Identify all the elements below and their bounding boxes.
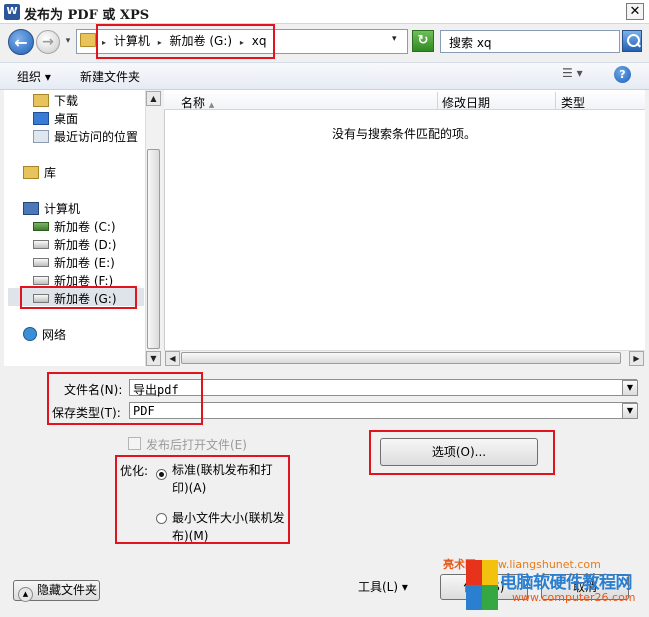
list-scroll-thumb[interactable] [181, 352, 621, 364]
empty-search-message: 没有与搜索条件匹配的项。 [332, 127, 477, 141]
desktop-icon [33, 112, 49, 125]
nav-item-downloads[interactable]: 下载 [33, 92, 78, 109]
watermark-url: www.computer26.com [512, 591, 636, 604]
hide-folders-label: 隐藏文件夹 [37, 583, 98, 597]
system-drive-icon [33, 222, 49, 231]
collapse-up-icon: ▲ [18, 587, 33, 602]
scroll-left-arrow-icon[interactable]: ◀ [165, 351, 180, 366]
chevron-down-icon[interactable]: ▼ [622, 403, 638, 419]
search-input[interactable]: 搜索 xq [440, 30, 620, 53]
refresh-button[interactable]: ↻ [412, 30, 434, 52]
new-folder-button[interactable]: 新建文件夹 [80, 68, 140, 85]
help-icon[interactable]: ? [614, 66, 631, 83]
nav-item-drive-e[interactable]: 新加卷 (E:) [33, 254, 115, 271]
nav-item-label: 计算机 [44, 202, 81, 216]
nav-item-label: 新加卷 (C:) [54, 220, 116, 234]
tools-menu-button[interactable]: 工具(L) ▾ [358, 578, 408, 595]
column-header-label: 名称 [181, 96, 206, 110]
organize-menu-button[interactable]: 组织 ▾ [17, 68, 51, 85]
view-options-icon[interactable]: ☰ ▾ [562, 66, 602, 84]
download-icon [33, 94, 49, 107]
search-icon[interactable] [622, 30, 642, 52]
nav-item-label: 新加卷 (D:) [54, 238, 117, 252]
nav-item-libraries[interactable]: 库 [23, 164, 56, 181]
recent-pages-dropdown-icon[interactable]: ▾ [62, 36, 74, 48]
open-after-publish-label: 发布后打开文件(E) [146, 438, 247, 452]
annotation-box-optimize [115, 455, 290, 544]
watermark-title: 电脑软硬件教程网 [500, 573, 633, 593]
nav-item-network[interactable]: 网络 [23, 326, 66, 343]
drive-icon [33, 276, 49, 285]
nav-item-label: 下载 [54, 94, 79, 108]
address-dropdown-icon[interactable]: ▾ [392, 34, 397, 44]
hide-folders-button[interactable]: ▲ 隐藏文件夹 [13, 580, 100, 602]
drive-icon [33, 240, 49, 249]
scroll-right-arrow-icon[interactable]: ▶ [629, 351, 644, 366]
watermark-logo-icon [466, 560, 498, 610]
close-button[interactable]: ✕ [626, 3, 644, 20]
nav-item-label: 库 [44, 166, 57, 180]
nav-item-desktop[interactable]: 桌面 [33, 110, 78, 127]
column-header-type[interactable]: 类型 [561, 94, 585, 111]
word-app-icon: W [4, 4, 20, 20]
nav-item-recent-places[interactable]: 最近访问的位置 [33, 128, 138, 145]
annotation-box-drive-g [20, 286, 137, 309]
nav-scroll-thumb[interactable] [147, 149, 160, 349]
computer-icon [23, 202, 39, 215]
filename-input[interactable]: 导出pdf [129, 379, 637, 397]
forward-button[interactable]: → [36, 30, 60, 54]
annotation-box-address [96, 24, 275, 59]
annotation-box-options [369, 430, 555, 475]
nav-item-label: 网络 [42, 328, 67, 342]
open-after-publish-checkbox[interactable] [128, 437, 141, 450]
back-button[interactable]: ← [8, 29, 34, 55]
column-divider[interactable] [437, 92, 438, 109]
annotation-box-filename [47, 372, 203, 425]
scroll-up-arrow-icon[interactable]: ▲ [146, 91, 161, 106]
nav-item-label: 新加卷 (E:) [54, 256, 115, 270]
column-header-date[interactable]: 修改日期 [442, 94, 490, 111]
drive-icon [33, 258, 49, 267]
recent-places-icon [33, 130, 49, 143]
nav-item-drive-d[interactable]: 新加卷 (D:) [33, 236, 116, 253]
network-icon [23, 327, 37, 341]
nav-item-label: 桌面 [54, 112, 79, 126]
window-title: 发布为 PDF 或 XPS [24, 8, 150, 23]
library-icon [23, 166, 39, 179]
savetype-select[interactable]: PDF [129, 402, 637, 419]
sort-ascending-icon: ▲ [208, 101, 215, 109]
nav-item-computer[interactable]: 计算机 [23, 200, 80, 217]
scroll-down-arrow-icon[interactable]: ▼ [146, 351, 161, 366]
nav-item-drive-c[interactable]: 新加卷 (C:) [33, 218, 116, 235]
column-divider[interactable] [555, 92, 556, 109]
folder-icon [80, 33, 96, 47]
nav-item-label: 最近访问的位置 [54, 130, 139, 144]
chevron-down-icon[interactable]: ▼ [622, 380, 638, 396]
column-header-name[interactable]: 名称 ▲ [181, 94, 214, 111]
